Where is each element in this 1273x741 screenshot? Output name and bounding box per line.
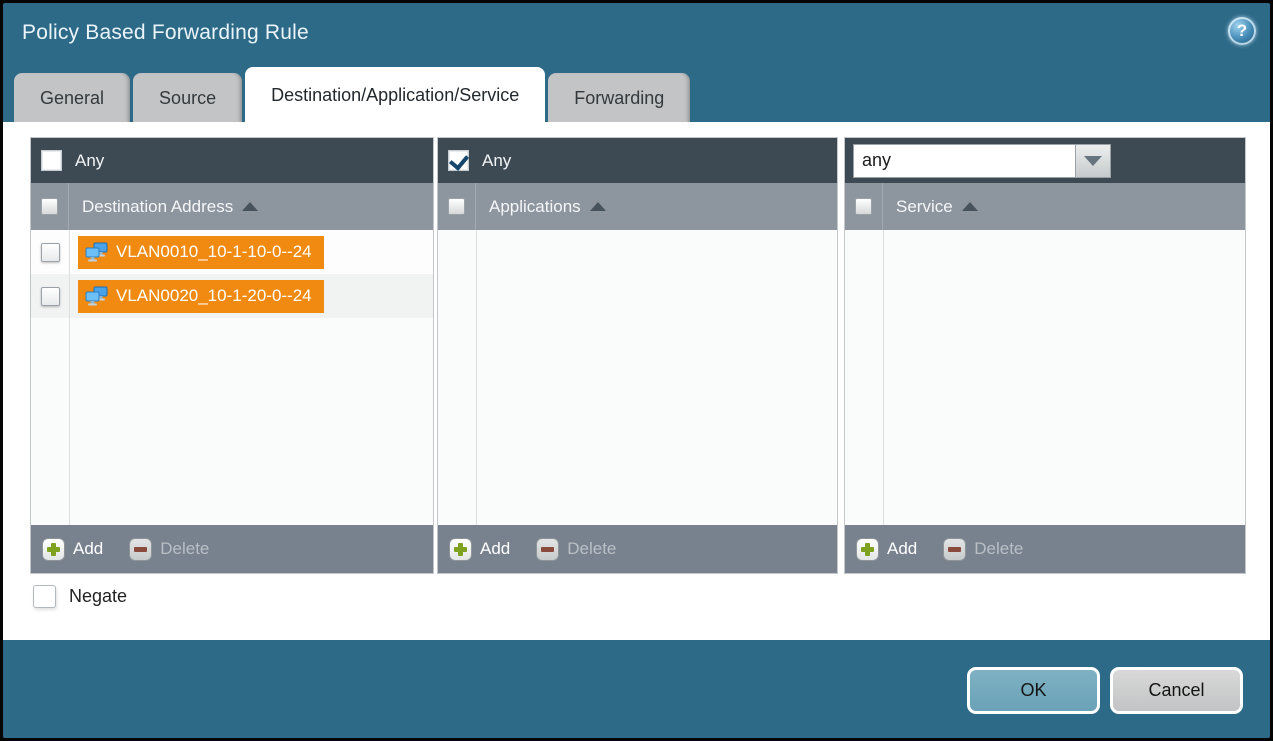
destination-address-list: VLAN0010_10-1-10-0--24 (31, 230, 433, 525)
sort-ascending-icon[interactable] (242, 202, 258, 211)
row-checkbox[interactable] (41, 287, 60, 306)
delete-button[interactable]: Delete (129, 538, 209, 561)
network-address-icon (85, 242, 109, 262)
ok-button[interactable]: OK (967, 667, 1100, 714)
destination-any-checkbox[interactable] (41, 150, 62, 171)
dropdown-button[interactable] (1075, 144, 1111, 178)
delete-icon (536, 538, 559, 561)
service-dropdown-bar (845, 138, 1245, 183)
service-list (845, 230, 1245, 525)
destination-toolbar: Add Delete (31, 525, 433, 573)
chevron-down-icon (1084, 156, 1102, 166)
service-mode-input[interactable] (853, 144, 1075, 178)
applications-panel: Any Applications Add Delete (437, 137, 838, 574)
help-icon[interactable]: ? (1228, 17, 1256, 45)
row-checkbox[interactable] (41, 243, 60, 262)
applications-column-header: Applications (438, 183, 837, 230)
applications-column-title: Applications (489, 197, 581, 217)
address-entry-label: VLAN0010_10-1-10-0--24 (116, 242, 312, 262)
checkbox-column-divider (476, 230, 477, 525)
delete-icon (129, 538, 152, 561)
add-button[interactable]: Add (856, 538, 917, 561)
add-icon (449, 538, 472, 561)
destination-column-header: Destination Address (31, 183, 433, 230)
tab-content: Any Destination Address (3, 122, 1270, 640)
applications-select-all-checkbox[interactable] (448, 198, 465, 215)
table-row[interactable]: VLAN0020_10-1-20-0--24 (31, 274, 433, 318)
tab-bar: General Source Destination/Application/S… (14, 67, 690, 123)
applications-toolbar: Add Delete (438, 525, 837, 573)
table-row[interactable]: VLAN0010_10-1-10-0--24 (31, 230, 433, 274)
destination-any-bar: Any (31, 138, 433, 183)
destination-select-all-checkbox[interactable] (41, 198, 58, 215)
service-column-title: Service (896, 197, 953, 217)
service-mode-combobox (853, 144, 1111, 178)
address-entry[interactable]: VLAN0020_10-1-20-0--24 (78, 280, 324, 313)
checkbox-column-divider (69, 230, 70, 525)
delete-button[interactable]: Delete (536, 538, 616, 561)
destination-column-title: Destination Address (82, 197, 233, 217)
add-button[interactable]: Add (42, 538, 103, 561)
dialog-title: Policy Based Forwarding Rule (22, 21, 309, 45)
negate-checkbox[interactable] (33, 585, 56, 608)
tab-source[interactable]: Source (133, 73, 242, 123)
add-button[interactable]: Add (449, 538, 510, 561)
sort-ascending-icon[interactable] (962, 202, 978, 211)
checkbox-column-divider (883, 230, 884, 525)
delete-button[interactable]: Delete (943, 538, 1023, 561)
applications-any-bar: Any (438, 138, 837, 183)
network-address-icon (85, 286, 109, 306)
tab-general[interactable]: General (14, 73, 130, 123)
service-toolbar: Add Delete (845, 525, 1245, 573)
delete-icon (943, 538, 966, 561)
sort-ascending-icon[interactable] (590, 202, 606, 211)
applications-any-checkbox[interactable] (448, 150, 469, 171)
applications-list (438, 230, 837, 525)
service-select-all-checkbox[interactable] (855, 198, 872, 215)
add-icon (856, 538, 879, 561)
address-entry-label: VLAN0020_10-1-20-0--24 (116, 286, 312, 306)
service-panel: Service Add Delete (844, 137, 1246, 574)
add-icon (42, 538, 65, 561)
destination-any-label: Any (75, 151, 104, 171)
service-column-header: Service (845, 183, 1245, 230)
cancel-button[interactable]: Cancel (1110, 667, 1243, 714)
policy-based-forwarding-dialog: Policy Based Forwarding Rule ? General S… (0, 0, 1273, 741)
negate-option: Negate (33, 585, 127, 608)
destination-address-panel: Any Destination Address (30, 137, 434, 574)
tab-destination-application-service[interactable]: Destination/Application/Service (245, 67, 545, 123)
address-entry[interactable]: VLAN0010_10-1-10-0--24 (78, 236, 324, 269)
applications-any-label: Any (482, 151, 511, 171)
tab-forwarding[interactable]: Forwarding (548, 73, 690, 123)
negate-label: Negate (69, 586, 127, 607)
